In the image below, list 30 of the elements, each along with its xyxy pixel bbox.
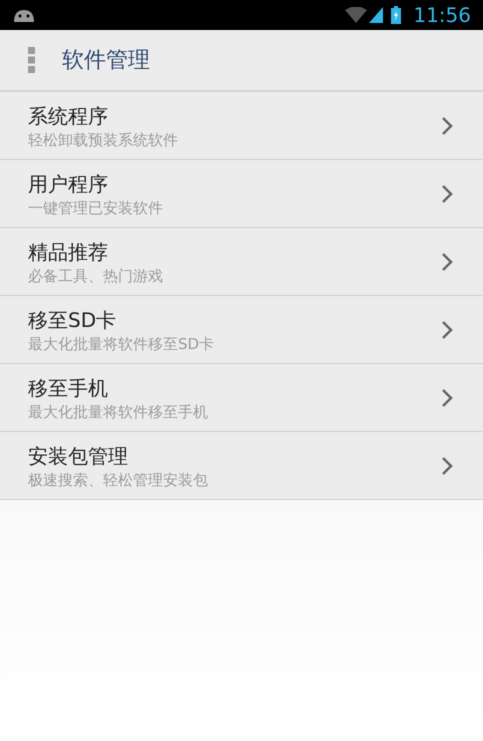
chevron-icon [441,116,453,136]
menu-item[interactable]: 用户程序 一键管理已安装软件 [0,160,483,228]
chevron-icon [441,388,453,408]
battery-icon [391,6,402,24]
item-title: 系统程序 [28,102,109,130]
chevron-icon [441,320,453,340]
menu-item[interactable]: 移至手机 最大化批量将软件移至手机 [0,364,483,432]
item-subtitle: 最大化批量将软件移至SD卡 [28,334,216,354]
item-subtitle: 极速搜索、轻松管理安装包 [28,470,209,490]
menu-item[interactable]: 安装包管理 极速搜索、轻松管理安装包 [0,432,483,500]
item-subtitle: 一键管理已安装软件 [28,198,164,218]
status-time: 11:56 [413,5,471,25]
menu-icon[interactable] [28,47,35,73]
chevron-icon [441,184,453,204]
signal-icon [369,7,384,23]
menu-item[interactable]: 精品推荐 必备工具、热门游戏 [0,228,483,296]
android-icon [12,8,36,22]
item-title: 精品推荐 [28,238,109,266]
chevron-icon [441,456,453,476]
item-title: 安装包管理 [28,442,129,470]
item-title: 移至手机 [28,374,109,402]
item-subtitle: 最大化批量将软件移至手机 [28,402,209,422]
item-subtitle: 必备工具、热门游戏 [28,266,164,286]
wifi-icon [345,7,368,23]
screen-title: 软件管理 [62,46,150,74]
item-subtitle: 轻松卸载预装系统软件 [28,130,179,150]
menu-item[interactable]: 移至SD卡 最大化批量将软件移至SD卡 [0,296,483,364]
chevron-icon [441,252,453,272]
item-title: 移至SD卡 [28,306,118,334]
item-title: 用户程序 [28,170,109,198]
